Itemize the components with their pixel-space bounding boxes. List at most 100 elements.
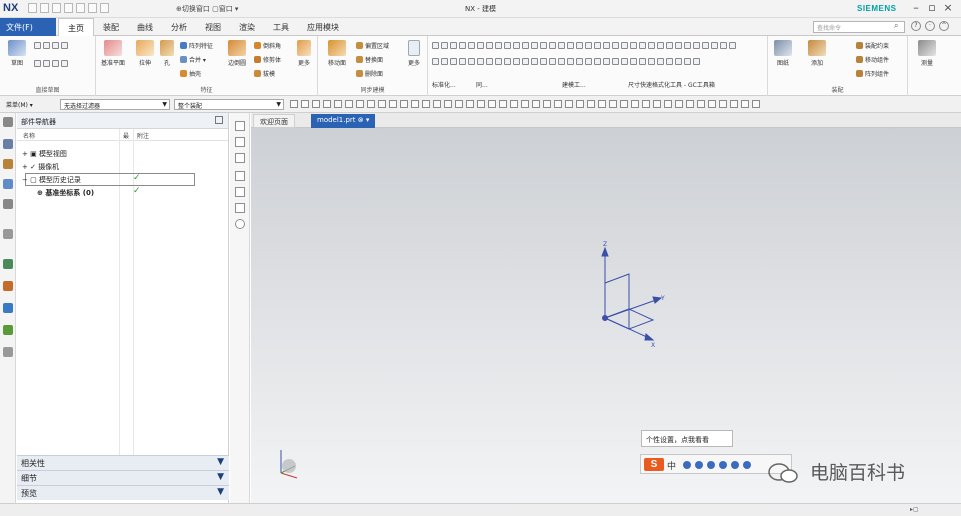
tool-icon[interactable] — [711, 42, 718, 49]
selection-scope-select[interactable]: 整个装配 ▼ — [174, 99, 284, 110]
snap-icon[interactable] — [411, 100, 419, 108]
keyboard-icon[interactable] — [719, 461, 727, 469]
tool-icon[interactable] — [477, 42, 484, 49]
tool-icon[interactable] — [729, 42, 736, 49]
close-icon[interactable] — [235, 121, 245, 131]
panel-details[interactable]: 细节 ▼ — [17, 470, 229, 485]
tool-icon[interactable] — [531, 42, 538, 49]
sync-more-label[interactable]: 同... — [476, 80, 488, 89]
snap-icon[interactable] — [301, 100, 309, 108]
snap-icon[interactable] — [532, 100, 540, 108]
spline-icon[interactable] — [34, 60, 41, 67]
tool-icon[interactable] — [684, 42, 691, 49]
system-materials-icon[interactable] — [3, 281, 13, 291]
assembly-constraint-button[interactable]: 装配约束 — [856, 41, 889, 50]
tool-icon[interactable] — [504, 58, 511, 65]
edge-blend-button[interactable]: 边倒圆 — [222, 40, 252, 67]
move-component-button[interactable]: 移动组件 — [856, 55, 889, 64]
snap-icon[interactable] — [323, 100, 331, 108]
tool-icon[interactable] — [495, 58, 502, 65]
microphone-icon[interactable] — [707, 461, 715, 469]
tool-icon[interactable] — [594, 42, 601, 49]
snap-icon[interactable] — [565, 100, 573, 108]
snap-icon[interactable] — [598, 100, 606, 108]
filter-icon[interactable] — [235, 187, 245, 197]
pin-icon[interactable] — [215, 116, 223, 124]
command-search-input[interactable]: 查找命令 — [813, 21, 905, 33]
snap-icon[interactable] — [631, 100, 639, 108]
pattern-component-button[interactable]: 阵列组件 — [856, 69, 889, 78]
history-icon[interactable] — [3, 259, 13, 269]
help-icon[interactable] — [235, 219, 245, 229]
tool-icon[interactable] — [621, 58, 628, 65]
file-menu-button[interactable]: 文件(F) — [0, 18, 56, 36]
tool-icon[interactable] — [459, 42, 466, 49]
tab-analysis[interactable]: 分析 — [162, 18, 196, 36]
minimize-icon[interactable]: – — [911, 1, 921, 14]
add-component-button[interactable]: 添加 — [802, 40, 832, 67]
snap-icon[interactable] — [433, 100, 441, 108]
snap-icon[interactable] — [653, 100, 661, 108]
tool-icon[interactable] — [612, 42, 619, 49]
snap-icon[interactable] — [389, 100, 397, 108]
collapse-ribbon-icon[interactable]: ^ — [939, 21, 949, 31]
polyline-icon[interactable] — [61, 42, 68, 49]
view-icon[interactable] — [235, 137, 245, 147]
tool-icon[interactable] — [639, 58, 646, 65]
tool-icon[interactable] — [540, 58, 547, 65]
tree-item-cameras[interactable]: + ✓ 摄像机 — [22, 162, 59, 172]
tool-icon[interactable] — [441, 58, 448, 65]
skin-icon[interactable] — [731, 461, 739, 469]
emoji-icon[interactable] — [695, 461, 703, 469]
tool-icon[interactable] — [432, 42, 439, 49]
tool-icon[interactable] — [630, 58, 637, 65]
tool-icon[interactable] — [594, 58, 601, 65]
gc-toolbox-label[interactable]: 尺寸快速格式化工具 - GC工具箱 — [628, 80, 715, 89]
punctuation-icon[interactable] — [683, 461, 691, 469]
reuse-library-icon[interactable] — [3, 199, 13, 209]
tree-item-datum-csys[interactable]: ⊕ 基准坐标系 (0) — [37, 188, 94, 198]
more-sketch-icon[interactable] — [61, 60, 68, 67]
column-note[interactable]: 附注 — [137, 131, 149, 140]
manufacturing-wizard-icon[interactable] — [3, 325, 13, 335]
trim-body-button[interactable]: 修剪体 — [254, 55, 281, 64]
selection-filter-select[interactable]: 无选择过滤器 ▼ — [60, 99, 170, 110]
tool-icon[interactable] — [450, 58, 457, 65]
tab-curve[interactable]: 曲线 — [128, 18, 162, 36]
tool-icon[interactable] — [549, 58, 556, 65]
tab-render[interactable]: 渲染 — [230, 18, 264, 36]
ime-mode-toggle[interactable]: 中 — [667, 459, 676, 472]
tool-icon[interactable] — [702, 42, 709, 49]
tab-assembly[interactable]: 装配 — [94, 18, 128, 36]
tool-icon[interactable] — [549, 42, 556, 49]
more-feature-button[interactable]: 更多 — [292, 40, 316, 67]
snap-icon[interactable] — [422, 100, 430, 108]
sketch-button[interactable]: 草图 — [2, 40, 32, 67]
tab-welcome-page[interactable]: 欢迎页面 — [253, 114, 295, 128]
standard-group-label[interactable]: 标准化... — [432, 80, 456, 89]
snap-icon[interactable] — [378, 100, 386, 108]
tool-icon[interactable] — [576, 58, 583, 65]
snap-icon[interactable] — [510, 100, 518, 108]
measure-button[interactable]: 测量 — [912, 40, 942, 67]
snap-icon[interactable] — [290, 100, 298, 108]
snap-icon[interactable] — [730, 100, 738, 108]
snap-icon[interactable] — [400, 100, 408, 108]
tool-icon[interactable] — [522, 58, 529, 65]
tool-icon[interactable] — [468, 42, 475, 49]
pattern-feature-button[interactable]: 阵列特征 — [180, 41, 213, 50]
snap-icon[interactable] — [664, 100, 672, 108]
tool-icon[interactable] — [486, 58, 493, 65]
tool-icon[interactable] — [648, 58, 655, 65]
tool-icon[interactable] — [675, 42, 682, 49]
menu-dropdown[interactable]: 菜单(M) ▾ — [3, 99, 57, 110]
tool-icon[interactable] — [639, 42, 646, 49]
snap-icon[interactable] — [367, 100, 375, 108]
tool-icon[interactable] — [612, 58, 619, 65]
datum-plane-button[interactable]: 基准平面 — [98, 40, 128, 67]
snap-icon[interactable] — [444, 100, 452, 108]
panel-dependencies[interactable]: 相关性 ▼ — [17, 455, 229, 470]
hole-button[interactable]: 孔 — [156, 40, 178, 67]
offset-region-button[interactable]: 偏置区域 — [356, 41, 389, 50]
tool-icon[interactable] — [567, 42, 574, 49]
